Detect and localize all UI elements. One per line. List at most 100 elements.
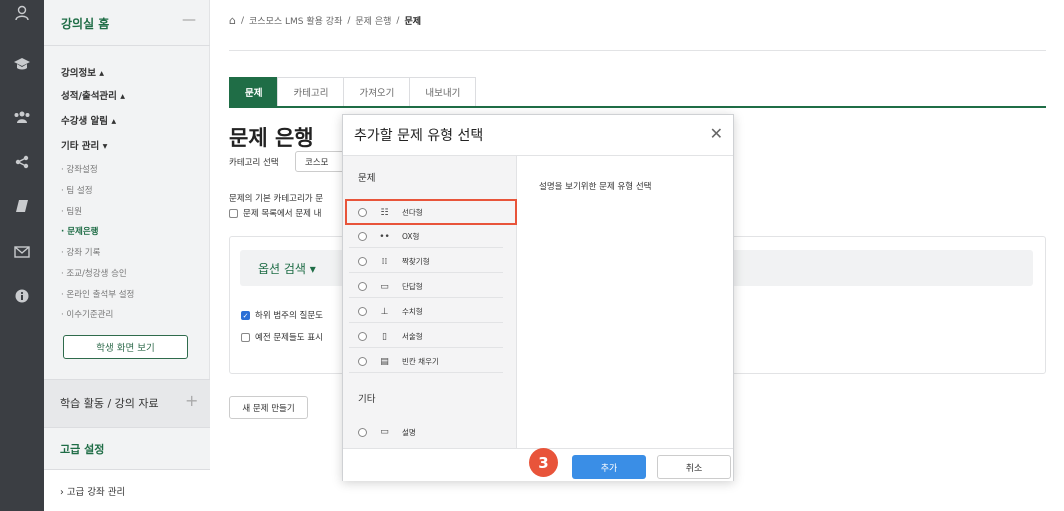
- type-label: OX형: [402, 232, 420, 241]
- description-icon: ▭: [380, 427, 389, 437]
- essay-icon: ▯: [382, 331, 387, 342]
- share-icon[interactable]: [0, 151, 44, 173]
- highlight-box: [345, 199, 517, 225]
- advanced-course-item[interactable]: › 고급 강좌 관리: [44, 469, 210, 511]
- collapse-icon[interactable]: —: [182, 12, 196, 28]
- type-label: 빈칸 채우기: [402, 357, 439, 366]
- radio-button[interactable]: [358, 332, 367, 341]
- short-answer-icon: ▭: [380, 281, 389, 292]
- dots-icon: ••: [379, 231, 390, 242]
- type-option-fill-blank[interactable]: ▤ 빈칸 채우기: [349, 351, 503, 373]
- cancel-button[interactable]: 취소: [657, 455, 731, 479]
- fill-blank-icon: ▤: [380, 356, 389, 367]
- course-sidebar: 강의실 홈 — 강의정보 ▴ 성적/출석관리 ▴ 수강생 알림 ▴ 기타 관리 …: [44, 0, 210, 511]
- advanced-course-label: › 고급 강좌 관리: [60, 487, 126, 498]
- radio-button[interactable]: [358, 232, 367, 241]
- sidebar-home-header[interactable]: 강의실 홈 —: [44, 0, 210, 46]
- include-subcategories-checkbox[interactable]: ✓: [241, 310, 250, 320]
- home-icon[interactable]: ⌂: [229, 14, 236, 27]
- include-subcategories-option[interactable]: ✓ 하위 범주의 질문도: [241, 309, 323, 321]
- numeric-icon: ⊥: [380, 306, 389, 317]
- group-other-label: 기타: [358, 394, 376, 405]
- question-bank-tabs: 문제 카테고리 가져오기 내보내기: [229, 77, 477, 107]
- type-option-short-answer[interactable]: ▭ 단답형: [349, 276, 503, 298]
- sidebar-item-completion-criteria[interactable]: · 이수기준관리: [61, 308, 113, 320]
- type-option-essay[interactable]: ▯ 서술형: [349, 326, 503, 348]
- radio-button[interactable]: [358, 257, 367, 266]
- dialog-header: 추가할 문제 유형 선택 ✕: [343, 115, 733, 156]
- tab-import[interactable]: 가져오기: [343, 77, 410, 107]
- breadcrumb-separator: /: [396, 15, 400, 26]
- sidebar-item-course-log[interactable]: · 강좌 기록: [61, 246, 100, 258]
- breadcrumb-course[interactable]: 코스모스 LMS 활용 강좌: [249, 14, 342, 27]
- type-option-numerical[interactable]: ⊥ 수치형: [349, 301, 503, 323]
- sidebar-item-course-settings[interactable]: · 강좌설정: [61, 163, 98, 175]
- type-option-true-false[interactable]: •• OX형: [349, 226, 503, 248]
- sidebar-item-question-bank[interactable]: · 문제은행: [61, 225, 98, 237]
- step-badge: 3: [529, 448, 558, 477]
- user-icon[interactable]: [0, 2, 44, 24]
- sidebar-item-online-attendance[interactable]: · 온라인 출석부 설정: [61, 288, 134, 300]
- advanced-settings-section[interactable]: 고급 설정: [44, 427, 210, 469]
- show-question-text-option[interactable]: 문제 목록에서 문제 내: [229, 207, 322, 219]
- course-home-link[interactable]: 강의실 홈: [61, 15, 109, 32]
- sidebar-item-team-members[interactable]: · 팀원: [61, 205, 82, 217]
- student-view-button[interactable]: 학생 화면 보기: [63, 335, 188, 359]
- sidebar-item-team-settings[interactable]: · 팀 설정: [61, 184, 93, 196]
- menu-course-info[interactable]: 강의정보 ▴: [61, 65, 104, 79]
- matching-icon: ⁞⁞: [381, 256, 388, 267]
- show-old-questions-checkbox[interactable]: [241, 332, 250, 342]
- type-label: 수치형: [402, 307, 423, 316]
- type-label: 단답형: [402, 282, 423, 291]
- divider: [229, 50, 1046, 51]
- search-options-toggle[interactable]: 옵션 검색 ▾: [258, 260, 316, 277]
- radio-button[interactable]: [358, 427, 367, 437]
- type-label: 설명: [402, 427, 416, 437]
- breadcrumb-separator: /: [240, 15, 245, 26]
- show-question-text-label: 문제 목록에서 문제 내: [243, 209, 322, 219]
- close-icon[interactable]: ✕: [710, 124, 723, 143]
- plus-icon[interactable]: +: [185, 391, 198, 410]
- learning-activities-section[interactable]: 학습 활동 / 강의 자료 +: [44, 379, 210, 427]
- envelope-icon[interactable]: [0, 241, 44, 263]
- menu-grade-attendance[interactable]: 성적/출석관리 ▴: [61, 88, 125, 102]
- type-option-description[interactable]: ▭ 설명: [349, 421, 503, 443]
- breadcrumb-bank[interactable]: 문제 은행: [355, 14, 391, 27]
- breadcrumb-separator: /: [347, 15, 351, 26]
- radio-button[interactable]: [358, 282, 367, 291]
- learning-activities-label: 학습 활동 / 강의 자료: [60, 397, 159, 410]
- tab-questions[interactable]: 문제: [229, 77, 278, 107]
- sidebar-item-ta-approval[interactable]: · 조교/청강생 승인: [61, 267, 127, 279]
- breadcrumb: ⌂ / 코스모스 LMS 활용 강좌 / 문제 은행 / 문제: [229, 14, 421, 27]
- tabs-underline: [229, 106, 1046, 108]
- page-title: 문제 은행: [229, 126, 314, 150]
- type-label: 서술형: [402, 332, 423, 341]
- include-subcategories-label: 하위 범주의 질문도: [255, 311, 323, 321]
- category-select-label: 카테고리 선택: [229, 158, 279, 168]
- show-old-questions-option[interactable]: 예전 문제들도 표시: [241, 331, 323, 343]
- menu-other-management[interactable]: 기타 관리 ▾: [61, 138, 107, 152]
- icon-rail: [0, 0, 44, 511]
- type-label: 짝찾기형: [402, 257, 430, 266]
- menu-student-alerts[interactable]: 수강생 알림 ▴: [61, 113, 116, 127]
- dialog-title: 추가할 문제 유형 선택: [354, 128, 484, 144]
- type-option-matching[interactable]: ⁞⁞ 짝찾기형: [349, 251, 503, 273]
- tab-export[interactable]: 내보내기: [409, 77, 477, 107]
- type-description: 설명을 보기위한 문제 유형 선택: [539, 182, 652, 192]
- tab-categories[interactable]: 카테고리: [277, 77, 344, 107]
- show-question-text-checkbox[interactable]: [229, 208, 238, 218]
- advanced-settings-label: 고급 설정: [60, 443, 105, 456]
- add-button[interactable]: 추가: [572, 455, 646, 479]
- book-icon[interactable]: [0, 195, 44, 217]
- graduation-cap-icon[interactable]: [0, 53, 44, 75]
- create-new-question-button[interactable]: 새 문제 만들기: [229, 396, 308, 419]
- group-question-label: 문제: [358, 173, 376, 184]
- breadcrumb-current: 문제: [404, 17, 421, 27]
- radio-button[interactable]: [358, 307, 367, 316]
- default-category-info: 문제의 기본 카테고리가 문: [229, 194, 324, 204]
- question-type-dialog: 추가할 문제 유형 선택 ✕ 문제 ☷ 선다형 •• OX형 ⁞⁞ 짝찾기형 ▭…: [342, 114, 734, 481]
- show-old-questions-label: 예전 문제들도 표시: [255, 333, 323, 343]
- info-icon[interactable]: [0, 285, 44, 307]
- radio-button[interactable]: [358, 357, 367, 366]
- group-icon[interactable]: [0, 106, 44, 128]
